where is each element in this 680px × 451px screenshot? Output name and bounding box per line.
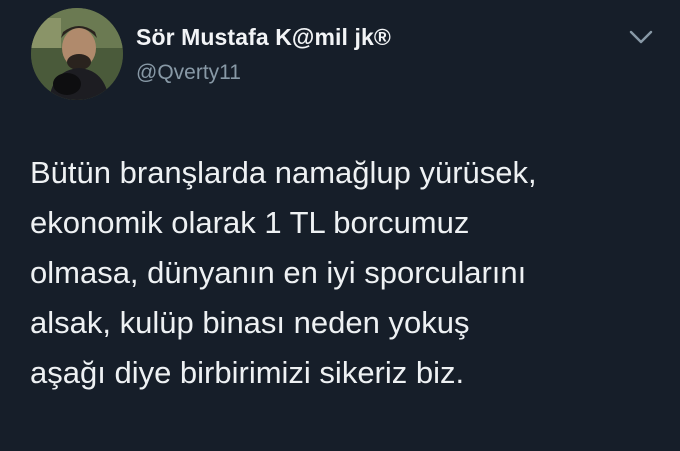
chevron-down-icon[interactable] xyxy=(626,26,656,48)
author-avatar[interactable] xyxy=(31,8,123,100)
tweet-text-line: alsak, kulüp binası neden yokuş xyxy=(30,305,470,340)
tweet-text-line: aşağı diye birbirimizi sikeriz biz. xyxy=(30,355,465,390)
author-handle[interactable]: @Qverty11 xyxy=(136,61,241,85)
tweet-text-line: olmasa, dünyanın en iyi sporcularını xyxy=(30,255,527,290)
tweet-text: Bütün branşlarda namağlup yürüsek, ekono… xyxy=(30,148,670,398)
tweet-text-line: Bütün branşlarda namağlup yürüsek, xyxy=(30,155,537,190)
tweet-card: Sör Mustafa K@mil jk® @Qverty11 Bütün br… xyxy=(0,0,680,451)
avatar-photo xyxy=(31,8,123,100)
author-display-name[interactable]: Sör Mustafa K@mil jk® xyxy=(136,24,391,51)
tweet-text-line: ekonomik olarak 1 TL borcumuz xyxy=(30,205,470,240)
